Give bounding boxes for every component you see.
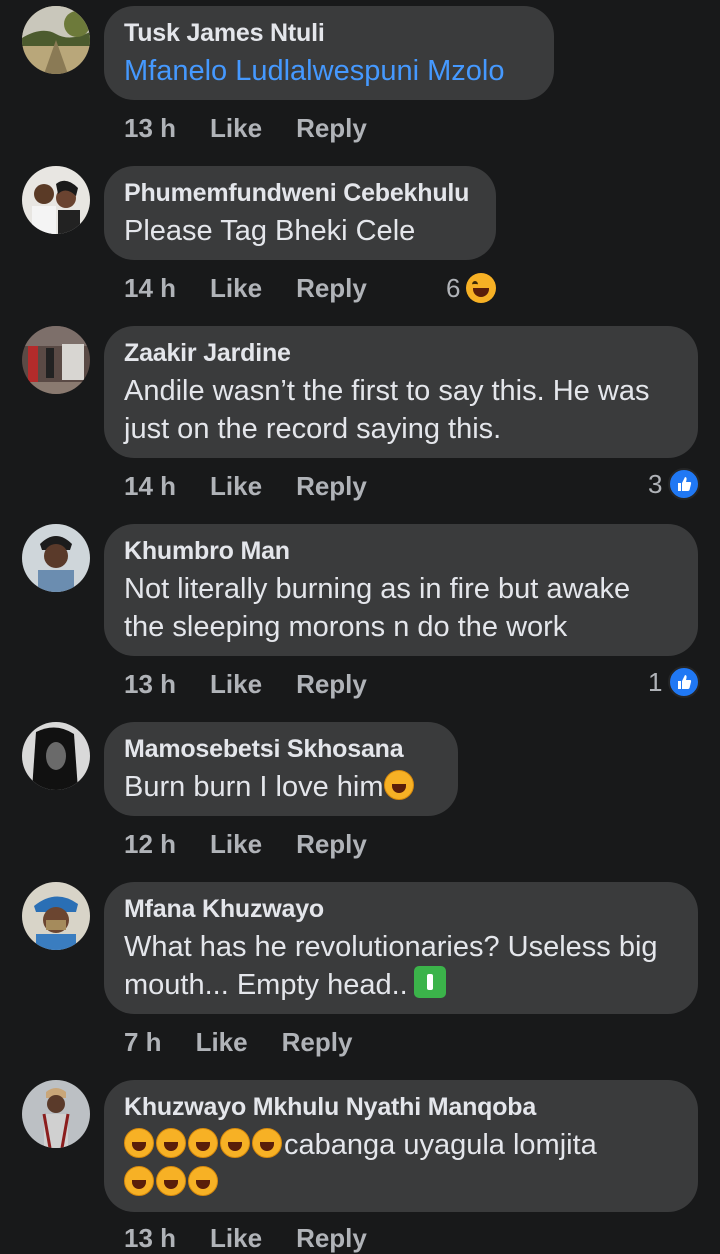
tagged-user-link[interactable]: Mfanelo Ludlalwespuni Mzolo	[124, 52, 534, 90]
comment-time[interactable]: 12 h	[124, 828, 176, 860]
comment-time[interactable]: 13 h	[124, 112, 176, 144]
commenter-name[interactable]: Mfana Khuzwayo	[124, 894, 678, 924]
comment-time[interactable]: 14 h	[124, 272, 176, 304]
reply-button[interactable]: Reply	[296, 1222, 367, 1254]
like-button[interactable]: Like	[210, 668, 262, 700]
reply-button[interactable]: Reply	[296, 470, 367, 502]
commenter-name[interactable]: Zaakir Jardine	[124, 338, 678, 368]
like-thumb-icon	[668, 468, 701, 500]
laugh-emoji-icon	[383, 770, 414, 800]
comment-actions: 14 h Like Reply	[124, 272, 401, 304]
litter-bin-icon	[413, 966, 446, 998]
like-button[interactable]: Like	[210, 112, 262, 144]
comment-actions: 7 h Like Reply	[124, 1026, 386, 1058]
avatar[interactable]	[22, 524, 90, 592]
reaction-count-value: 6	[446, 273, 461, 303]
avatar[interactable]	[22, 6, 90, 74]
avatar[interactable]	[22, 1080, 90, 1148]
avatar[interactable]	[22, 882, 90, 950]
reply-button[interactable]: Reply	[282, 1026, 353, 1058]
comment-actions: 12 h Like Reply	[124, 828, 401, 860]
comment-time[interactable]: 13 h	[124, 668, 176, 700]
comment-actions: 14 h Like Reply	[124, 470, 401, 502]
comment-text: What has he revolutionaries? Useless big…	[124, 931, 658, 1001]
laugh-emoji-icon	[124, 1166, 154, 1196]
comment-text: Please Tag Bheki Cele	[124, 215, 416, 247]
reaction-count[interactable]: 1	[648, 666, 701, 698]
like-button[interactable]: Like	[210, 828, 262, 860]
laugh-emoji-icon	[156, 1128, 186, 1158]
comment-actions: 13 h Like Reply	[124, 1222, 401, 1254]
comment-time[interactable]: 13 h	[124, 1222, 176, 1254]
comment-text: Burn burn I love him	[124, 771, 384, 803]
laugh-emoji-icon	[252, 1128, 282, 1158]
reply-button[interactable]: Reply	[296, 828, 367, 860]
reaction-count[interactable]: 3	[648, 468, 701, 500]
commenter-name[interactable]: Mamosebetsi Skhosana	[124, 734, 438, 764]
laugh-emoji-icon	[220, 1128, 250, 1158]
laugh-emoji-icon	[156, 1166, 186, 1196]
comment-text: Andile wasn’t the first to say this. He …	[124, 375, 650, 445]
comment-text: cabanga uyagula lomjita	[284, 1129, 597, 1161]
laugh-emoji-icon	[124, 1128, 154, 1158]
like-button[interactable]: Like	[210, 272, 262, 304]
comment-bubble: Khumbro Man Not literally burning as in …	[104, 524, 698, 656]
avatar[interactable]	[22, 326, 90, 394]
reaction-count-value: 1	[648, 667, 663, 697]
comment-bubble: Zaakir Jardine Andile wasn’t the first t…	[104, 326, 698, 458]
commenter-name[interactable]: Tusk James Ntuli	[124, 18, 534, 48]
comment-bubble: Phumemfundweni Cebekhulu Please Tag Bhek…	[104, 166, 496, 260]
comment-text: Not literally burning as in fire but awa…	[124, 573, 631, 643]
reaction-count-value: 3	[648, 469, 663, 499]
reaction-count[interactable]: 6	[446, 272, 497, 304]
comment-bubble: Mfana Khuzwayo What has he revolutionari…	[104, 882, 698, 1014]
avatar[interactable]	[22, 722, 90, 790]
comment-text-row: Burn burn I love him	[124, 768, 438, 806]
comment-bubble: Mamosebetsi Skhosana Burn burn I love hi…	[104, 722, 458, 816]
like-button[interactable]: Like	[210, 1222, 262, 1254]
reply-button[interactable]: Reply	[296, 668, 367, 700]
comment-text-row: What has he revolutionaries? Useless big…	[124, 928, 678, 1004]
like-button[interactable]: Like	[196, 1026, 248, 1058]
commenter-name[interactable]: Phumemfundweni Cebekhulu	[124, 178, 476, 208]
like-thumb-icon	[668, 666, 701, 698]
comment-bubble: Khuzwayo Mkhulu Nyathi Manqoba cabanga u…	[104, 1080, 698, 1212]
comment-actions: 13 h Like Reply	[124, 112, 401, 144]
reply-button[interactable]: Reply	[296, 112, 367, 144]
commenter-name[interactable]: Khuzwayo Mkhulu Nyathi Manqoba	[124, 1092, 678, 1122]
like-button[interactable]: Like	[210, 470, 262, 502]
comment-text-row: cabanga uyagula lomjita	[124, 1126, 678, 1202]
comment-actions: 13 h Like Reply	[124, 668, 401, 700]
reply-button[interactable]: Reply	[296, 272, 367, 304]
commenter-name[interactable]: Khumbro Man	[124, 536, 678, 566]
laugh-emoji-icon	[188, 1128, 218, 1158]
laugh-emoji-icon	[466, 273, 497, 303]
comment-time[interactable]: 7 h	[124, 1026, 162, 1058]
laugh-emoji-icon	[188, 1166, 218, 1196]
avatar[interactable]	[22, 166, 90, 234]
comment-bubble: Tusk James Ntuli Mfanelo Ludlalwespuni M…	[104, 6, 554, 100]
comment-time[interactable]: 14 h	[124, 470, 176, 502]
